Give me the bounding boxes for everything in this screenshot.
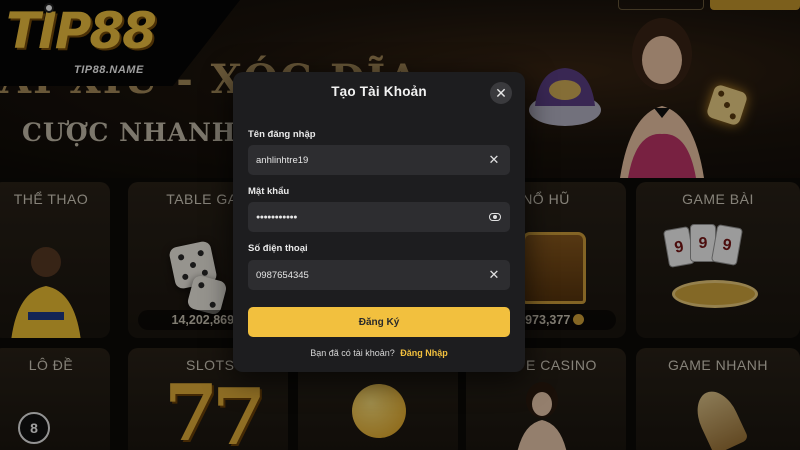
- eye-icon[interactable]: [489, 213, 501, 221]
- register-modal: Tạo Tài Khoản ✕ Tên đăng nhập ✕ Mật khẩu…: [233, 72, 525, 372]
- password-input[interactable]: [256, 202, 476, 232]
- register-button[interactable]: Đăng Ký: [248, 307, 510, 337]
- phone-input[interactable]: [256, 260, 476, 290]
- password-label: Mật khẩu: [248, 186, 290, 197]
- password-field: [248, 202, 510, 232]
- close-icon[interactable]: ✕: [490, 82, 512, 104]
- username-label: Tên đăng nhập: [248, 129, 316, 140]
- phone-label: Số điện thoại: [248, 243, 308, 254]
- username-input[interactable]: [256, 145, 476, 175]
- clear-icon[interactable]: ✕: [486, 152, 502, 168]
- modal-title: Tạo Tài Khoản: [331, 84, 427, 99]
- clear-icon[interactable]: ✕: [486, 267, 502, 283]
- phone-field: ✕: [248, 260, 510, 290]
- login-link[interactable]: Đăng Nhập: [400, 348, 448, 358]
- username-field: ✕: [248, 145, 510, 175]
- login-prompt: Bạn đã có tài khoản? Đăng Nhập: [233, 348, 525, 358]
- page: ÀI XỈU - XÓC ĐĨA CƯỢC NHANH THẮNG TIP88 …: [0, 0, 800, 450]
- login-prompt-text: Bạn đã có tài khoản?: [310, 348, 395, 358]
